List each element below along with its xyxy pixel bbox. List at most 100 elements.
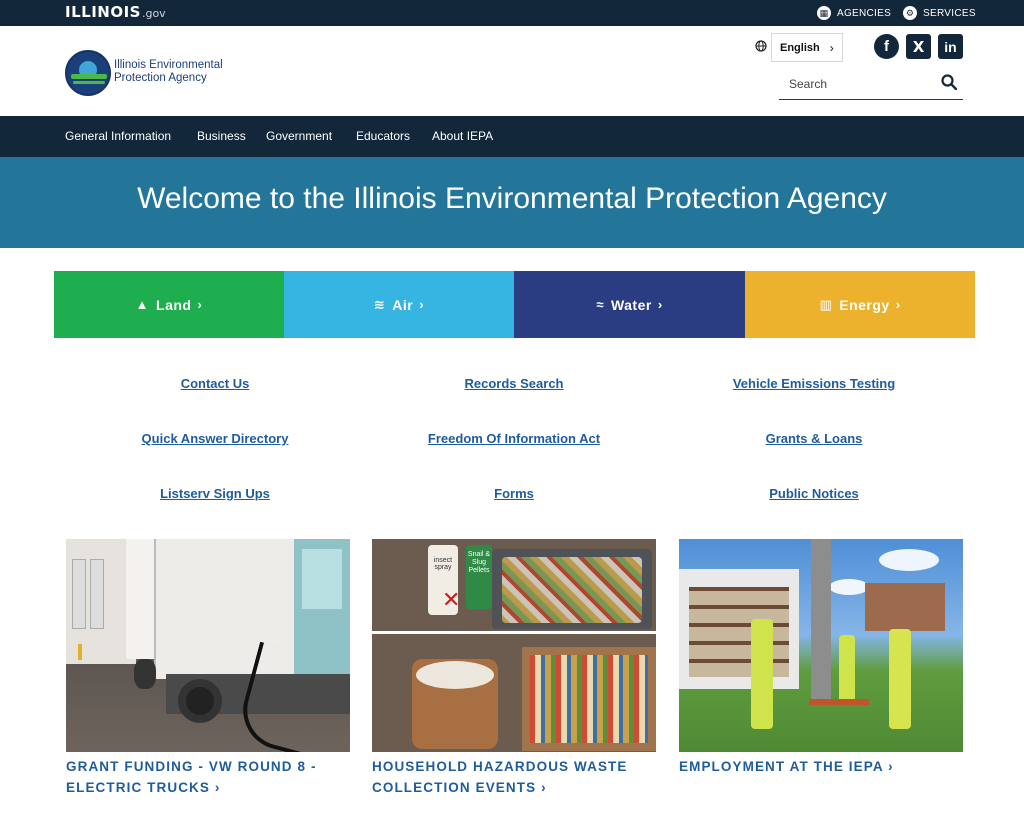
facebook-icon[interactable]: f <box>874 34 899 59</box>
nav-item-government[interactable]: Government <box>266 129 332 143</box>
link-records-search[interactable]: Records Search <box>364 376 664 391</box>
barrel-top <box>416 661 494 689</box>
nav-item-about-iepa[interactable]: About IEPA <box>432 129 493 143</box>
nav-item-educators[interactable]: Educators <box>356 129 410 143</box>
language-selector[interactable]: English › <box>771 33 843 62</box>
state-logo-text: ILLINOIS <box>65 3 141 21</box>
truck-shelves <box>689 587 789 677</box>
pellets-box: Snail & Slug Pellets <box>466 545 492 609</box>
facebook-glyph: f <box>884 38 889 55</box>
card-grant-funding[interactable]: GRANT FUNDING - VW ROUND 8 - ELECTRIC TR… <box>66 756 356 798</box>
chevron-right-icon: › <box>541 780 547 795</box>
logo-band <box>71 74 107 79</box>
factory-icon: ▥ <box>819 296 833 312</box>
worker-figure <box>889 629 911 729</box>
tile-water[interactable]: ≈ Water › <box>514 271 745 338</box>
tile-land-label: Land <box>156 296 192 313</box>
search-input[interactable] <box>789 77 929 91</box>
card-title-line2: ELECTRIC TRUCKS <box>66 780 210 795</box>
agency-name[interactable]: Illinois Environmental Protection Agency <box>114 59 234 85</box>
search-bar <box>779 70 963 100</box>
card-title-line1: HOUSEHOLD HAZARDOUS WASTE <box>372 759 628 774</box>
language-label: English <box>780 41 820 54</box>
photo-label-insect-spray: insect spray <box>433 557 453 571</box>
electric-truck-photo[interactable] <box>66 539 350 752</box>
linkedin-glyph: in <box>944 38 957 55</box>
building-icon: ▦ <box>817 6 831 20</box>
main-nav: General Information Business Government … <box>0 116 1024 157</box>
link-foia[interactable]: Freedom Of Information Act <box>364 431 664 446</box>
link-quick-answer-directory[interactable]: Quick Answer Directory <box>65 431 365 446</box>
chevron-right-icon: › <box>888 759 894 774</box>
truck-window <box>302 549 342 609</box>
link-grants-loans[interactable]: Grants & Loans <box>664 431 964 446</box>
tile-water-label: Water <box>610 296 652 313</box>
truck-wheel <box>178 679 222 723</box>
agencies-link[interactable]: ▦ AGENCIES <box>817 4 891 22</box>
nav-item-business[interactable]: Business <box>197 129 246 143</box>
x-twitter-icon[interactable]: X <box>906 34 931 59</box>
x-glyph: X <box>912 37 925 56</box>
tile-energy-label: Energy <box>839 296 890 313</box>
card-title-line1: EMPLOYMENT AT THE IEPA <box>679 759 884 774</box>
agencies-label: AGENCIES <box>837 7 892 19</box>
photo-label-slug-pellets: Snail & Slug Pellets <box>467 551 491 574</box>
cloud <box>829 579 869 595</box>
chevron-right-icon: › <box>214 780 221 795</box>
cloud <box>879 549 939 571</box>
logo-band <box>73 81 105 84</box>
household-waste-photo[interactable]: insect spray ✕ Snail & Slug Pellets <box>372 539 656 752</box>
chevron-right-icon: › <box>829 40 834 55</box>
hero-banner: Welcome to the Illinois Environmental Pr… <box>0 157 1024 248</box>
link-contact-us[interactable]: Contact Us <box>65 376 365 391</box>
worker-figure <box>751 619 773 729</box>
link-vehicle-emissions-testing[interactable]: Vehicle Emissions Testing <box>664 376 964 391</box>
agency-logo[interactable] <box>65 50 111 96</box>
card-title-line2: COLLECTION EVENTS <box>372 780 537 795</box>
nav-item-general-information[interactable]: General Information <box>65 129 171 143</box>
brick-building <box>865 583 945 631</box>
tile-energy[interactable]: ▥ Energy › <box>745 271 975 338</box>
chevron-right-icon: › <box>657 297 663 312</box>
globe-icon <box>755 40 767 55</box>
x-mark-icon: ✕ <box>442 587 461 612</box>
waves-icon: ≈ <box>596 297 604 312</box>
box-cans <box>530 655 648 743</box>
illinois-gov-logo[interactable]: ILLINOIS.gov <box>65 3 166 21</box>
agency-name-line2: Protection Agency <box>114 72 207 84</box>
sawhorse <box>809 699 869 744</box>
garage-door <box>90 559 104 629</box>
state-logo-suffix: .gov <box>141 7 166 20</box>
card-title-line1: GRANT FUNDING - VW ROUND 8 - <box>66 759 317 774</box>
truck-box <box>126 539 156 659</box>
services-link[interactable]: ⚙ SERVICES <box>903 4 976 22</box>
link-listserv-sign-ups[interactable]: Listserv Sign Ups <box>65 486 365 501</box>
garage-door <box>72 559 86 629</box>
tile-land[interactable]: ▲ Land › <box>54 271 284 338</box>
tree-icon: ▲ <box>135 297 150 312</box>
tile-air-label: Air <box>392 296 414 313</box>
truck-wheel <box>134 659 156 689</box>
bollard <box>78 644 82 660</box>
link-public-notices[interactable]: Public Notices <box>664 486 964 501</box>
cans-pile <box>502 557 642 623</box>
linkedin-icon[interactable]: in <box>938 34 963 59</box>
card-household-hazardous-waste[interactable]: HOUSEHOLD HAZARDOUS WASTE COLLECTION EVE… <box>372 756 662 798</box>
employment-photo[interactable] <box>679 539 963 752</box>
search-icon[interactable] <box>941 74 957 90</box>
services-icon: ⚙ <box>903 6 917 20</box>
link-forms[interactable]: Forms <box>364 486 664 501</box>
worker-figure <box>839 635 855 705</box>
chevron-right-icon: › <box>197 297 203 312</box>
site-header: Illinois Environmental Protection Agency… <box>0 26 1024 116</box>
agency-name-line1: Illinois Environmental <box>114 59 223 71</box>
services-label: SERVICES <box>923 7 976 19</box>
state-topbar: ILLINOIS.gov ▦ AGENCIES ⚙ SERVICES <box>0 0 1024 26</box>
chevron-right-icon: › <box>419 297 425 312</box>
collage-divider <box>372 631 656 634</box>
page-title: Welcome to the Illinois Environmental Pr… <box>137 182 887 215</box>
drill-rig <box>811 539 831 699</box>
tile-air[interactable]: ≋ Air › <box>284 271 514 338</box>
wind-icon: ≋ <box>373 296 386 312</box>
card-employment[interactable]: EMPLOYMENT AT THE IEPA › <box>679 756 969 777</box>
